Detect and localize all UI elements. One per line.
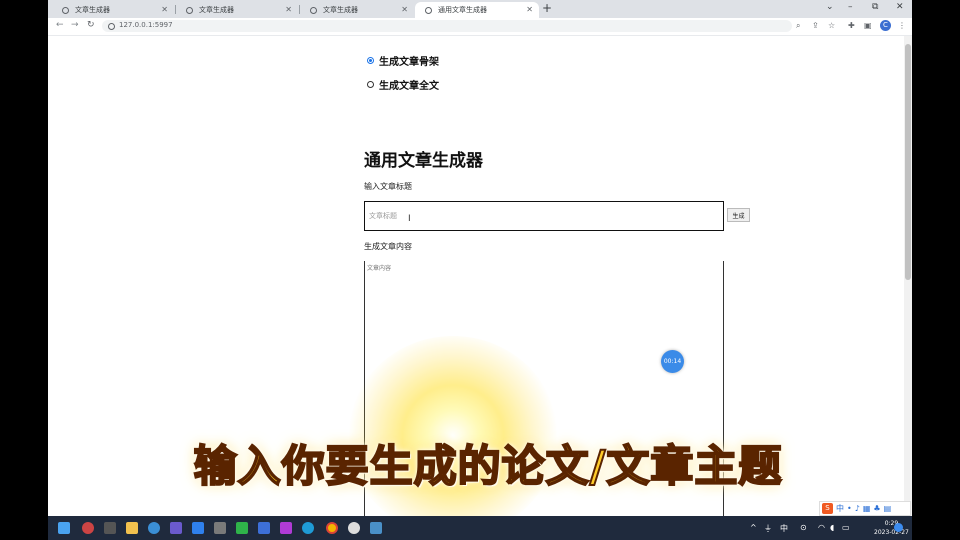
app-icon[interactable] [370, 522, 382, 534]
bookmark-star-icon[interactable]: ☆ [828, 21, 835, 30]
extensions-icon[interactable]: ✚ [848, 21, 855, 30]
page-content: 生成文章骨架 生成文章全文 通用文章生成器 输入文章标题 I 生成 生成文章内容… [48, 36, 904, 516]
url-text[interactable]: 127.0.0.1:5997 [119, 21, 173, 29]
globe-icon [310, 6, 317, 14]
chrome-icon[interactable] [326, 522, 338, 534]
start-icon[interactable] [58, 522, 70, 534]
page-scrollbar[interactable] [904, 36, 912, 516]
text-cursor-icon: I [408, 214, 411, 224]
share-icon[interactable]: ⇪ [812, 21, 819, 30]
sogou-logo-icon[interactable]: S [822, 503, 833, 514]
ime-toolbar[interactable]: S 中 • ♪ ▦ ♣ ▤ [819, 501, 911, 516]
notepad-icon[interactable] [258, 522, 270, 534]
close-icon[interactable]: ✕ [401, 5, 408, 14]
video-caption: 输入你要生成的论文/文章主题 [193, 441, 783, 493]
radio-outline[interactable] [367, 57, 374, 64]
tab-4-active[interactable]: 通用文章生成器 ✕ [415, 2, 539, 18]
option-outline[interactable]: 生成文章骨架 [367, 53, 439, 68]
chevron-up-icon[interactable]: ^ [750, 523, 757, 532]
reload-icon[interactable]: ↻ [87, 20, 95, 30]
clock[interactable]: 0:29 2023-02-27 [874, 519, 909, 537]
sidepanel-icon[interactable]: ▣ [864, 21, 872, 30]
toolbox-icon[interactable]: ▤ [884, 504, 892, 513]
docker-icon[interactable] [148, 522, 160, 534]
punctuation-icon[interactable]: • [847, 504, 852, 513]
browser-window: 文章生成器 ✕ 文章生成器 ✕ 文章生成器 ✕ 通用文章生成器 ✕ + ⌄ – … [48, 0, 912, 540]
app-qq-icon[interactable] [82, 522, 94, 534]
radio-fulltext[interactable] [367, 81, 374, 88]
app-icon[interactable] [214, 522, 226, 534]
notification-icon[interactable] [894, 523, 903, 532]
globe-icon [186, 6, 193, 14]
option-label: 生成文章骨架 [379, 57, 439, 68]
tab-1[interactable]: 文章生成器 ✕ [52, 2, 174, 18]
tray-lang[interactable]: 中 [780, 523, 788, 534]
globe-icon [62, 6, 69, 14]
close-icon[interactable]: ✕ [161, 5, 168, 14]
back-icon[interactable]: ← [56, 20, 64, 30]
app-icon[interactable] [348, 522, 360, 534]
skin-icon[interactable]: ♣ [873, 504, 880, 513]
tab-title: 文章生成器 [323, 6, 358, 14]
pycharm-icon[interactable] [236, 522, 248, 534]
omnibox[interactable]: 127.0.0.1:5997 [102, 20, 792, 32]
new-tab-icon[interactable]: + [542, 1, 552, 15]
usb-icon[interactable]: ⏚ [764, 523, 772, 534]
terminal-icon[interactable] [104, 522, 116, 534]
clock-time: 0:29 [884, 520, 899, 527]
app-icon[interactable] [170, 522, 182, 534]
page-title: 通用文章生成器 [364, 151, 483, 171]
forward-icon[interactable]: → [71, 20, 79, 30]
tab-2[interactable]: 文章生成器 ✕ [176, 2, 298, 18]
volume-icon[interactable]: ◖ [830, 523, 834, 532]
tab-title: 通用文章生成器 [438, 6, 487, 14]
close-icon[interactable]: ✕ [285, 5, 292, 14]
close-icon[interactable]: ✕ [526, 5, 533, 14]
scroll-thumb[interactable] [905, 44, 911, 280]
recording-timer: 00:14 [661, 350, 684, 373]
restore-icon[interactable]: ⧉ [872, 2, 878, 12]
keyboard-icon[interactable]: ▦ [863, 504, 871, 513]
tab-title: 文章生成器 [75, 6, 110, 14]
edge-icon[interactable] [302, 522, 314, 534]
clock-date: 2023-02-27 [874, 529, 909, 536]
tab-search-icon[interactable]: ⌄ [826, 2, 834, 12]
generate-button[interactable]: 生成 [727, 208, 750, 222]
profile-avatar[interactable]: C [880, 20, 891, 31]
mic-icon[interactable]: ♪ [855, 504, 860, 513]
content-field-label: 生成文章内容 [364, 242, 412, 251]
tab-title: 文章生成器 [199, 6, 234, 14]
address-bar: ← → ↻ 127.0.0.1:5997 ⌕ ⇪ ☆ ✚ ▣ C ⋮ [48, 18, 912, 36]
ime-lang[interactable]: 中 [836, 503, 844, 514]
title-input[interactable] [364, 201, 724, 231]
zoom-icon[interactable]: ⌕ [796, 21, 800, 31]
option-label: 生成文章全文 [379, 81, 439, 92]
menu-icon[interactable]: ⋮ [898, 21, 906, 30]
globe-icon [425, 6, 432, 14]
minimize-icon[interactable]: – [848, 2, 853, 12]
battery-icon[interactable]: ▭ [842, 523, 850, 532]
onenote-icon[interactable] [280, 522, 292, 534]
wifi-icon[interactable]: ◠ [818, 523, 825, 532]
site-info-icon[interactable] [108, 23, 115, 30]
tab-3[interactable]: 文章生成器 ✕ [300, 2, 414, 18]
file-explorer-icon[interactable] [126, 522, 138, 534]
close-window-icon[interactable]: ✕ [896, 2, 904, 12]
option-fulltext[interactable]: 生成文章全文 [367, 77, 439, 92]
tab-strip: 文章生成器 ✕ 文章生成器 ✕ 文章生成器 ✕ 通用文章生成器 ✕ + ⌄ – … [48, 0, 912, 18]
ime-tray-icon[interactable]: ⊙ [800, 523, 807, 532]
taskbar: ^ ⏚ 中 ⊙ ◠ ◖ ▭ 0:29 2023-02-27 [48, 516, 912, 540]
vscode-icon[interactable] [192, 522, 204, 534]
title-field-label: 输入文章标题 [364, 182, 412, 191]
